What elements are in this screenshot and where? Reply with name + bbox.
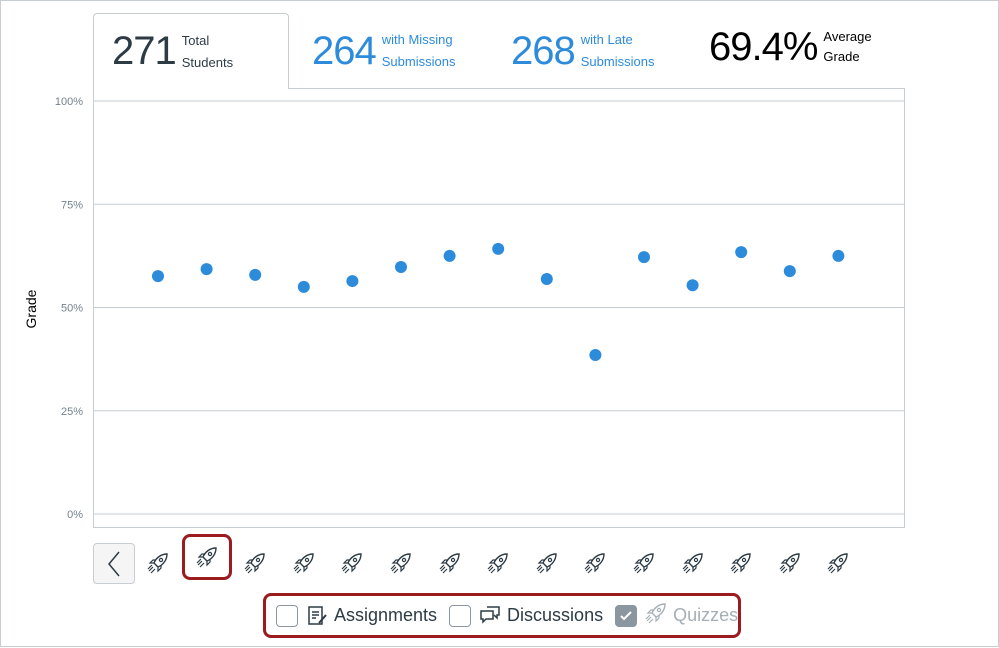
rocket-icon (682, 553, 703, 574)
rocket-icon (293, 553, 314, 574)
quiz-rocket-button[interactable] (578, 546, 612, 580)
y-tick-label: 100% (55, 96, 83, 108)
stat-value: 268 (511, 28, 576, 73)
checkmark-icon (620, 610, 632, 620)
quiz-rocket-button[interactable] (481, 546, 515, 580)
quiz-rocket-button[interactable] (821, 546, 855, 580)
quiz-rocket-button[interactable] (676, 546, 710, 580)
quiz-rocket-button[interactable] (773, 546, 807, 580)
filter-assignments[interactable]: Assignments (276, 604, 438, 627)
stat-value: 271 (112, 29, 177, 73)
y-tick-label: 0% (67, 509, 83, 521)
quiz-rocket-button[interactable] (335, 546, 369, 580)
item-type-filters: Assignments Discussions Quizzes (263, 593, 741, 638)
quiz-rocket-button[interactable] (238, 546, 272, 580)
assignment-icon (308, 605, 327, 625)
stat-value: 264 (312, 28, 377, 73)
stat-label: with Missing (381, 32, 453, 47)
rocket-icon (487, 553, 508, 574)
stat-label: Submissions (381, 54, 456, 69)
filter-label: Assignments (334, 605, 438, 625)
y-tick-label: 25% (61, 406, 83, 418)
rocket-icon (147, 553, 168, 574)
rocket-icon (390, 553, 411, 574)
rocket-icon (645, 602, 667, 629)
quiz-rocket-button[interactable] (724, 546, 758, 580)
rocket-icon (633, 553, 654, 574)
rocket-icon (827, 553, 849, 574)
discussion-icon (480, 605, 500, 624)
quiz-rocket-button[interactable] (384, 546, 418, 580)
discussions-checkbox[interactable] (449, 604, 472, 627)
quiz-rocket-button[interactable] (141, 546, 175, 580)
y-tick-label: 50% (61, 303, 83, 315)
quizzes-checkbox[interactable] (615, 604, 638, 627)
quiz-rocket-button[interactable] (627, 546, 661, 580)
chevron-left-icon (108, 551, 120, 576)
rocket-icon (730, 553, 751, 574)
rocket-icon (196, 547, 217, 568)
stat-late-submissions[interactable]: 268 with Late Submissions (511, 13, 654, 89)
stat-label: Students (181, 54, 234, 70)
rocket-icon (536, 553, 557, 574)
previous-button[interactable] (93, 543, 135, 584)
y-tick-label: 75% (61, 199, 83, 211)
filter-quizzes[interactable]: Quizzes (615, 602, 738, 629)
quiz-rocket-button[interactable] (181, 534, 232, 580)
plot-area (93, 88, 905, 528)
rocket-icon (779, 553, 800, 574)
quiz-rocket-button[interactable] (433, 546, 467, 580)
stat-average-grade: 69.4% Average Grade (709, 9, 872, 85)
quiz-rocket-button[interactable] (287, 546, 321, 580)
filter-label: Discussions (507, 605, 604, 625)
stat-total-students[interactable]: 271 Total Students (93, 13, 289, 89)
assignments-checkbox[interactable] (276, 604, 298, 627)
stat-label: with Late (580, 32, 633, 47)
stat-label: Submissions (580, 54, 655, 69)
rocket-icon (439, 553, 460, 574)
stat-label: Total (181, 32, 210, 48)
filter-label: Quizzes (673, 605, 739, 625)
rocket-icon (341, 553, 363, 574)
stat-label: Grade (823, 49, 860, 64)
stat-value: 69.4% (709, 24, 818, 69)
filter-discussions[interactable]: Discussions (449, 604, 604, 627)
rocket-icon (244, 553, 265, 574)
stat-missing-submissions[interactable]: 264 with Missing Submissions (312, 13, 455, 89)
quiz-rocket-button[interactable] (530, 546, 564, 580)
y-axis-label: Grade (23, 289, 39, 329)
stat-label: Average (823, 29, 872, 44)
rocket-icon (584, 553, 606, 574)
